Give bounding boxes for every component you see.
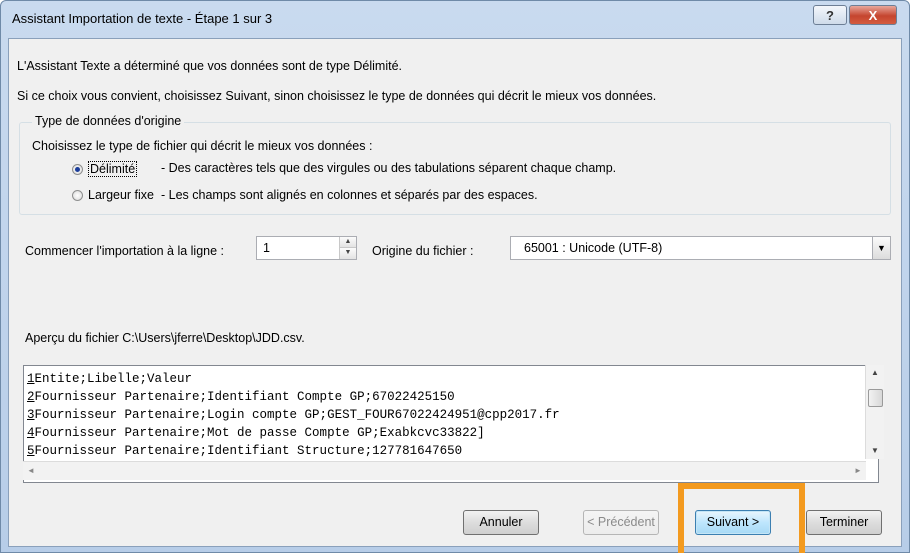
preview-line: 5Fournisseur Partenaire;Identifiant Stru… — [27, 444, 463, 458]
close-button[interactable]: X — [849, 5, 897, 25]
start-row-label: Commencer l'importation à la ligne : — [25, 244, 224, 258]
scroll-up-icon[interactable]: ▲ — [866, 365, 884, 381]
scroll-left-icon[interactable]: ◄ — [23, 462, 39, 480]
data-type-group: Type de données d'origine Choisissez le … — [19, 114, 891, 215]
file-origin-value[interactable]: 65001 : Unicode (UTF-8) — [524, 241, 662, 255]
window-title: Assistant Importation de texte - Étape 1… — [12, 11, 273, 26]
preview-line: 2Fournisseur Partenaire;Identifiant Comp… — [27, 390, 455, 404]
finish-button[interactable]: Terminer — [806, 510, 882, 535]
file-origin-select[interactable]: 65001 : Unicode (UTF-8) ▼ — [510, 236, 891, 260]
title-bar[interactable]: Assistant Importation de texte - Étape 1… — [0, 0, 910, 38]
radio-button-fixed-width[interactable] — [72, 189, 83, 201]
start-row-value[interactable]: 1 — [263, 241, 270, 255]
group-prompt: Choisissez le type de fichier qui décrit… — [32, 139, 373, 153]
horizontal-scrollbar[interactable]: ◄ ► — [23, 461, 866, 480]
vertical-scrollbar[interactable]: ▲ ▼ — [865, 365, 884, 459]
scroll-thumb[interactable] — [868, 389, 883, 407]
radio-fixed-width[interactable]: Largeur fixe — [72, 188, 154, 202]
start-row-spinner[interactable]: 1 ▲ ▼ — [256, 236, 357, 260]
help-button[interactable]: ? — [813, 5, 847, 25]
group-legend: Type de données d'origine — [32, 114, 185, 128]
dialog-content: L'Assistant Texte a déterminé que vos do… — [8, 38, 902, 547]
chevron-down-icon[interactable]: ▼ — [872, 237, 890, 259]
intro-line-2: Si ce choix vous convient, choisissez Su… — [17, 89, 657, 103]
preview-line: 4Fournisseur Partenaire;Mot de passe Com… — [27, 426, 485, 440]
radio-label-fixed-width[interactable]: Largeur fixe — [88, 188, 154, 202]
close-icon: X — [868, 7, 878, 23]
intro-line-1: L'Assistant Texte a déterminé que vos do… — [17, 59, 403, 73]
preview-line: 1Entite;Libelle;Valeur — [27, 372, 193, 386]
radio-delimited[interactable]: Délimité — [72, 161, 138, 177]
radio-description-delimited: - Des caractères tels que des virgules o… — [161, 161, 617, 175]
radio-label-delimited[interactable]: Délimité — [88, 161, 138, 177]
spin-down-icon[interactable]: ▼ — [340, 248, 356, 259]
preview-line: 3Fournisseur Partenaire;Login compte GP;… — [27, 408, 560, 422]
file-origin-label: Origine du fichier : — [372, 244, 474, 258]
radio-description-fixed-width: - Les champs sont alignés en colonnes et… — [161, 188, 538, 202]
scroll-down-icon[interactable]: ▼ — [866, 443, 884, 459]
spin-up-icon[interactable]: ▲ — [340, 237, 356, 248]
radio-button-delimited[interactable] — [72, 163, 83, 175]
scroll-right-icon[interactable]: ► — [850, 462, 866, 480]
spinner-buttons[interactable]: ▲ ▼ — [339, 237, 356, 259]
cancel-button[interactable]: Annuler — [463, 510, 539, 535]
help-icon: ? — [826, 7, 834, 23]
highlight-box — [678, 483, 805, 553]
previous-button[interactable]: < Précédent — [583, 510, 659, 535]
preview-label: Aperçu du fichier C:\Users\jferre\Deskto… — [25, 331, 305, 345]
